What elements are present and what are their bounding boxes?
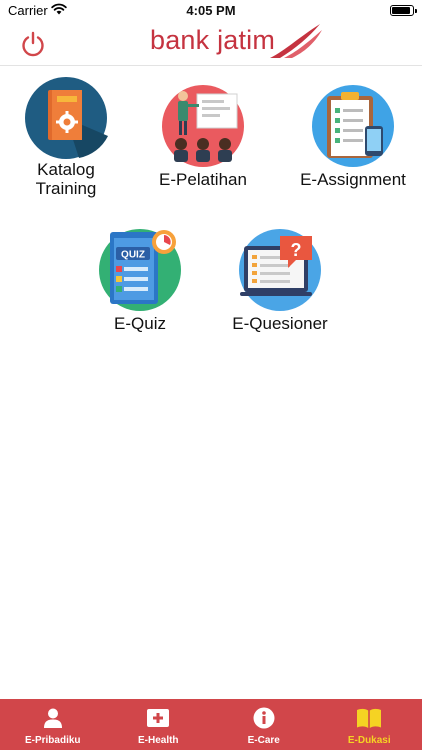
bottom-tab-bar: E-Pribadiku E-Health E-Care E-Dukasi [0, 699, 422, 750]
menu-e-quiz[interactable]: QUIZ E-Quiz [82, 228, 198, 338]
menu-e-quesioner[interactable]: ? E-Quesioner [222, 228, 338, 338]
clipboard-checklist-icon [312, 85, 394, 167]
logo-swoosh-icon [270, 24, 322, 58]
tab-e-care[interactable]: E-Care [211, 699, 317, 750]
quiz-icon: QUIZ [99, 229, 181, 311]
presentation-icon [162, 85, 244, 167]
battery-icon [390, 5, 417, 16]
health-plus-icon [147, 709, 170, 727]
questionnaire-icon: ? [239, 229, 321, 311]
svg-text:?: ? [291, 240, 302, 260]
power-icon[interactable] [19, 30, 47, 58]
svg-text:QUIZ: QUIZ [121, 250, 145, 261]
menu-katalog-training[interactable]: Katalog Training [8, 76, 124, 200]
person-icon [43, 708, 62, 728]
tab-e-health[interactable]: E-Health [106, 699, 212, 750]
clock: 4:05 PM [186, 3, 236, 18]
info-icon [253, 707, 275, 729]
catalog-book-icon [25, 77, 108, 159]
menu-e-pelatihan[interactable]: E-Pelatihan [145, 84, 261, 194]
tab-e-pribadiku[interactable]: E-Pribadiku [0, 699, 106, 750]
tab-e-dukasi[interactable]: E-Dukasi [317, 699, 422, 750]
book-icon [357, 708, 382, 728]
bank-jatim-logo: bank jatim [150, 22, 325, 62]
app-header: bank jatim [0, 22, 422, 66]
status-bar: Carrier 4:05 PM [0, 0, 422, 22]
menu-e-assignment[interactable]: E-Assignment [290, 84, 416, 194]
